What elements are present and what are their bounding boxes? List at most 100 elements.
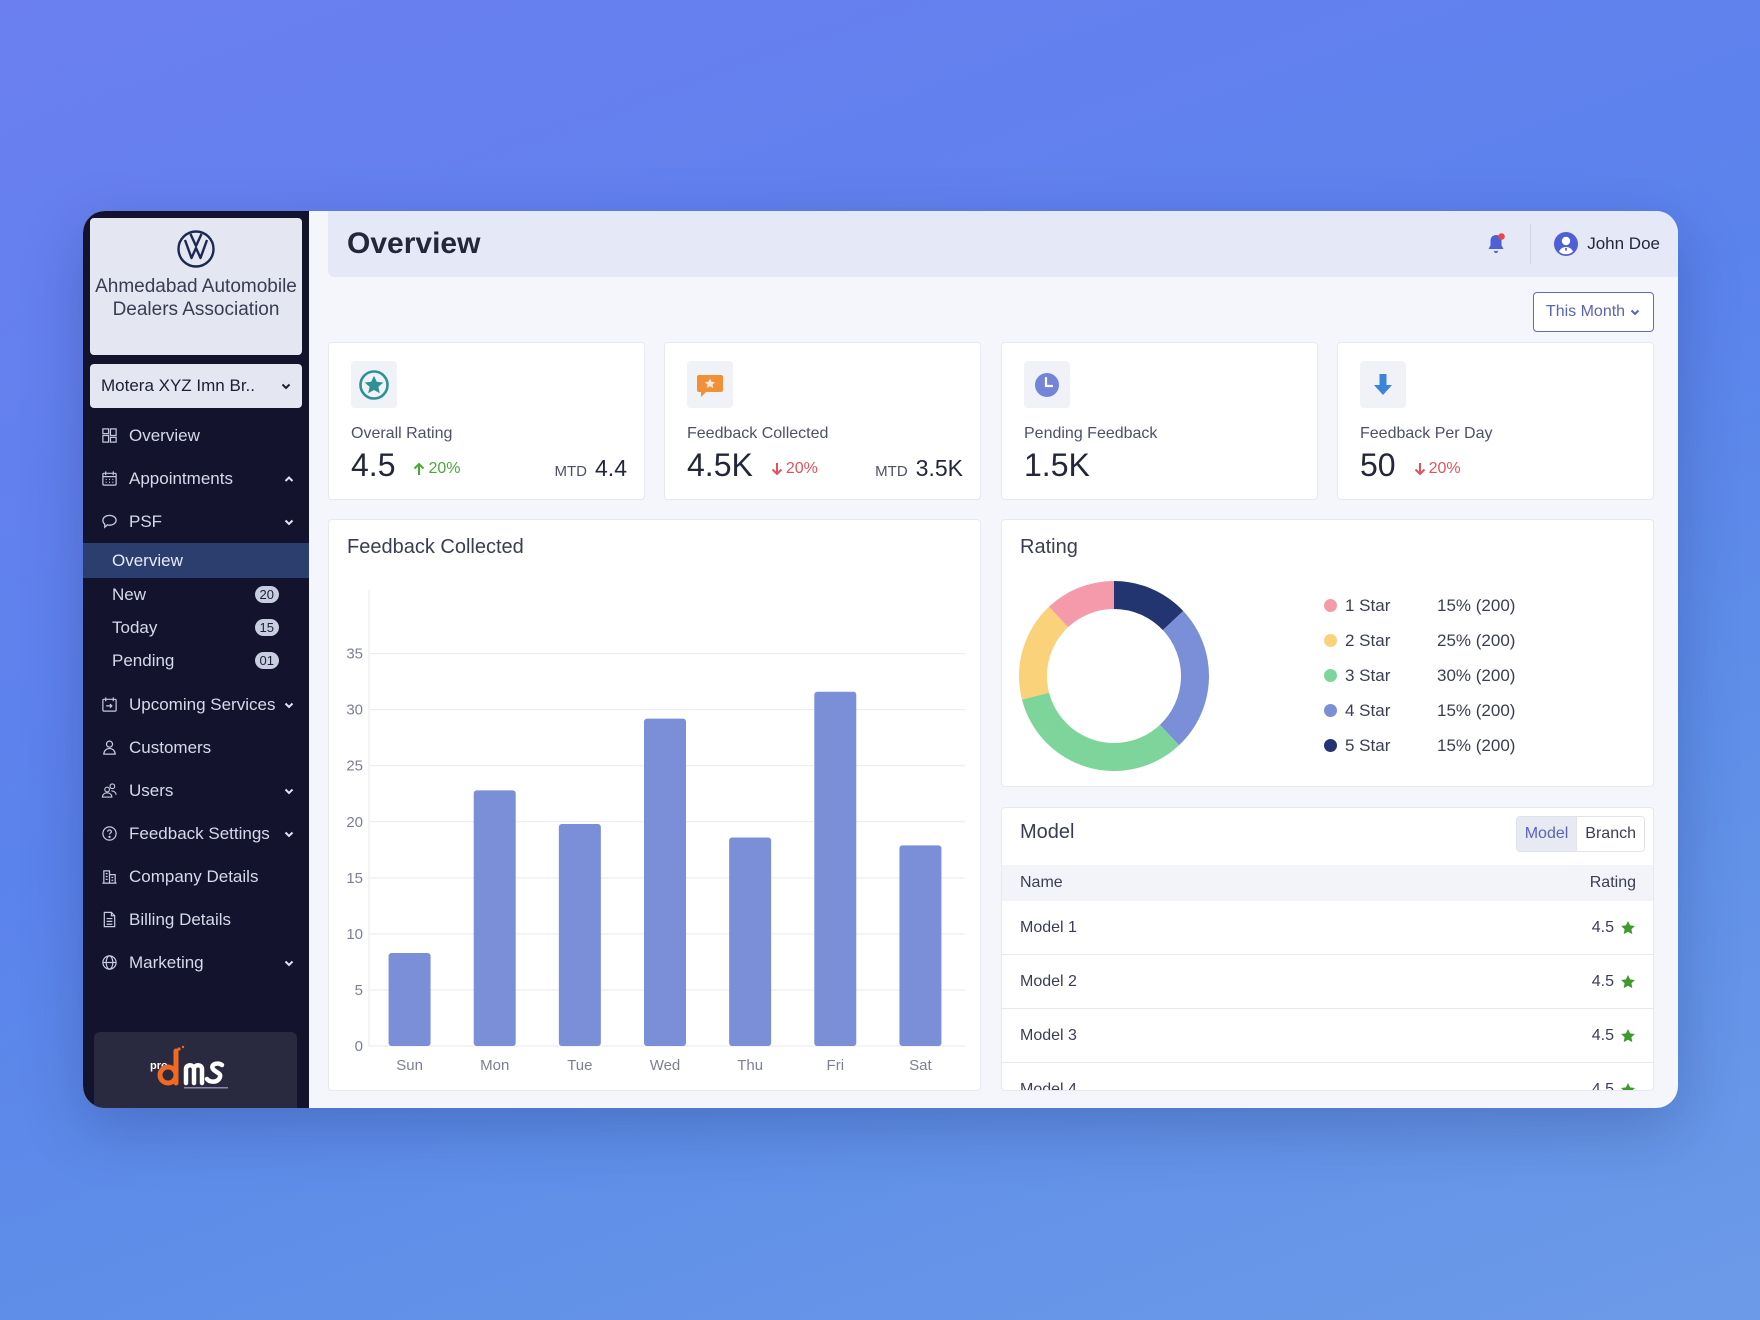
- kpi-icon-box: [351, 361, 397, 408]
- sidebar: Ahmedabad Automobile Dealers Association…: [83, 211, 309, 1108]
- star-icon: [1621, 920, 1635, 934]
- sidebar-item-feedback-settings[interactable]: Feedback Settings: [83, 812, 309, 855]
- user-name: John Doe: [1587, 234, 1660, 253]
- feedback-collected-chart-card: Feedback Collected 0 5 10 15 20 25 30 35 Sun Mon T…: [328, 519, 981, 1091]
- sidebar-item-label: Feedback Settings: [129, 823, 270, 843]
- document-icon: [101, 911, 119, 929]
- legend-item[interactable]: 4 Star 15% (200): [1324, 693, 1515, 728]
- column-header-rating: Rating: [1589, 874, 1636, 891]
- sidebar-subitem-label: Overview: [112, 550, 183, 570]
- kpi-value: 1.5K: [1024, 447, 1090, 483]
- sidebar-subitem-psf-overview[interactable]: Overview: [83, 543, 309, 578]
- sidebar-item-company-details[interactable]: Company Details: [83, 855, 309, 898]
- sidebar-item-appointments[interactable]: Appointments: [83, 457, 309, 500]
- bar-fri[interactable]: [814, 691, 857, 1046]
- page-title: Overview: [347, 227, 481, 260]
- legend-item[interactable]: 1 Star 15% (200): [1324, 588, 1515, 623]
- pro-dms-logo: pro: [94, 1032, 297, 1108]
- donut-slice-4-star[interactable]: [1159, 610, 1209, 746]
- legend-item[interactable]: 5 Star 15% (200): [1324, 728, 1515, 763]
- rating-value: 4.5: [1591, 1026, 1614, 1044]
- legend-label: 2 Star: [1345, 630, 1391, 650]
- mtd-value: 4.4: [595, 455, 627, 481]
- kpi-delta-value: 20%: [428, 460, 461, 477]
- kpi-delta-value: 20%: [1428, 460, 1461, 477]
- sidebar-item-psf[interactable]: PSF: [83, 500, 309, 543]
- sidebar-item-customers[interactable]: Customers: [83, 726, 309, 769]
- kpi-icon-box: [687, 361, 733, 408]
- chevron-down-icon: [283, 957, 295, 969]
- legend-value: 15% (200): [1437, 700, 1516, 720]
- toggle-model[interactable]: Model: [1516, 817, 1578, 851]
- y-tick-label: 5: [355, 982, 363, 999]
- legend-item[interactable]: 2 Star 25% (200): [1324, 623, 1515, 658]
- app-window: Ahmedabad Automobile Dealers Association…: [83, 211, 1678, 1108]
- bell-icon: [1488, 233, 1506, 253]
- sidebar-item-label: PSF: [129, 511, 163, 531]
- table-row[interactable]: Model 1 4.5: [1002, 901, 1653, 955]
- kpi-icon-box: [1360, 361, 1406, 408]
- table-row[interactable]: Model 2 4.5: [1002, 955, 1653, 1009]
- kpi-mtd: MTD 4.4: [555, 455, 627, 482]
- notification-bell[interactable]: [1484, 232, 1508, 256]
- bar-sat[interactable]: [899, 845, 942, 1046]
- model-branch-toggle: Model Branch: [1515, 816, 1645, 852]
- sidebar-item-upcoming-services[interactable]: Upcoming Services: [83, 683, 309, 726]
- sidebar-item-label: Marketing: [129, 952, 204, 972]
- kpi-label: Feedback Collected: [687, 425, 829, 442]
- sidebar-subitem-pending[interactable]: Pending 01: [83, 644, 309, 677]
- chevron-down-icon: [1629, 306, 1641, 318]
- notification-dot: [1498, 233, 1506, 240]
- y-tick-label: 0: [355, 1038, 363, 1055]
- kpi-values: 4.5 20% MTD 4.4: [351, 447, 631, 484]
- table-row[interactable]: Model 3 4.5: [1002, 1009, 1653, 1063]
- y-tick-label: 25: [346, 758, 363, 775]
- user-menu[interactable]: John Doe: [1553, 231, 1660, 257]
- sidebar-subitem-today[interactable]: Today 15: [83, 611, 309, 644]
- x-tick-label: Tue: [567, 1057, 592, 1074]
- toggle-branch[interactable]: Branch: [1577, 817, 1644, 851]
- sidebar-subitem-label: New: [112, 584, 147, 604]
- legend-value: 15% (200): [1437, 595, 1516, 615]
- sidebar-item-label: Billing Details: [129, 909, 232, 929]
- kpi-label: Feedback Per Day: [1360, 425, 1493, 442]
- sidebar-item-billing-details[interactable]: Billing Details: [83, 898, 309, 941]
- sidebar-item-marketing[interactable]: Marketing: [83, 941, 309, 984]
- table-row[interactable]: Model 4 4.5: [1002, 1063, 1653, 1090]
- x-tick-label: Wed: [650, 1057, 681, 1074]
- legend-item[interactable]: 3 Star 30% (200): [1324, 658, 1515, 693]
- sidebar-subitem-new[interactable]: New 20: [83, 578, 309, 611]
- legend-swatch: [1324, 739, 1337, 752]
- period-dropdown[interactable]: This Month: [1533, 292, 1654, 332]
- bar-sun[interactable]: [388, 952, 431, 1046]
- sidebar-item-users[interactable]: Users: [83, 769, 309, 812]
- kpi-mtd: MTD 3.5K: [875, 455, 963, 482]
- bar-wed[interactable]: [644, 718, 686, 1046]
- model-rating: 4.5: [1592, 919, 1636, 937]
- model-rating: 4.5: [1592, 1027, 1636, 1045]
- chevron-down-icon: [283, 516, 295, 528]
- kpi-value: 50: [1360, 447, 1396, 483]
- donut-chart: [1019, 581, 1209, 771]
- branch-select[interactable]: Motera XYZ Imn Br..: [90, 364, 302, 408]
- sidebar-item-overview[interactable]: Overview: [83, 414, 309, 457]
- kpi-values: 50 20%: [1360, 447, 1640, 484]
- donut-slice-2-star[interactable]: [1019, 606, 1069, 700]
- count-badge: 01: [254, 652, 279, 669]
- bar-tue[interactable]: [558, 824, 601, 1046]
- legend-label: 3 Star: [1345, 665, 1391, 685]
- rating-chart-card: Rating 1 Star 15% (200) 2 Star 25% (200) 3 S…: [1001, 519, 1654, 787]
- bar-thu[interactable]: [729, 837, 772, 1046]
- kpi-values: 1.5K: [1024, 447, 1304, 484]
- chevron-up-icon: [283, 473, 295, 485]
- kpi-delta: 20%: [771, 460, 818, 478]
- bar-mon[interactable]: [473, 790, 516, 1046]
- period-dropdown-value: This Month: [1545, 303, 1626, 320]
- x-tick-label: Thu: [737, 1057, 763, 1074]
- arrow-down-icon: [771, 463, 783, 476]
- arrow-up-icon: [414, 462, 425, 475]
- donut-slice-3-star[interactable]: [1021, 692, 1180, 771]
- sidebar-item-label: Overview: [129, 425, 200, 445]
- y-tick-label: 30: [346, 702, 363, 719]
- model-table-card: Model Model Branch Name Rating Model 1 4.…: [1001, 807, 1654, 1091]
